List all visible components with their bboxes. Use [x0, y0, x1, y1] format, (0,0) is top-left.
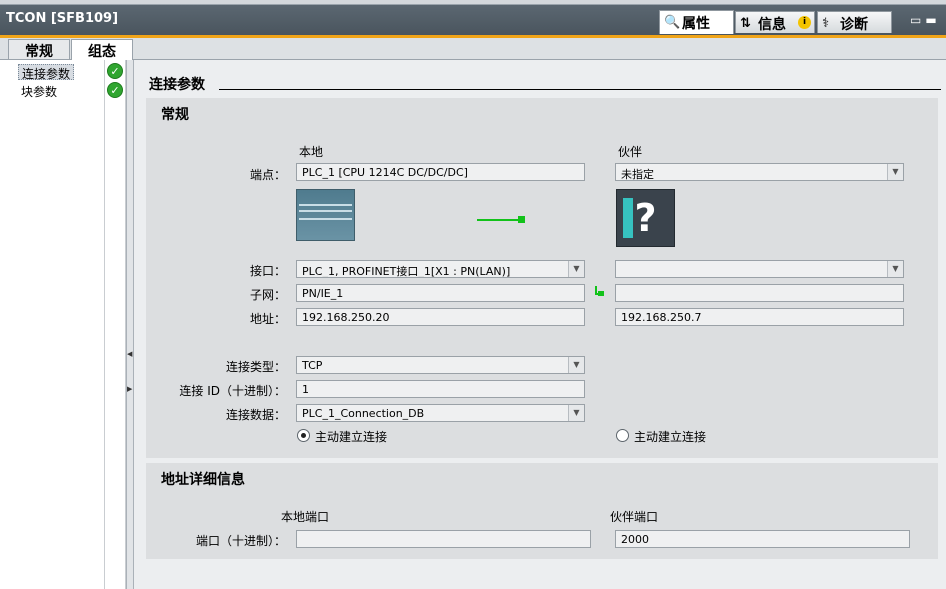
tab-info[interactable]: ⇅ 信息 i [735, 11, 815, 33]
address-label: 地址： [249, 312, 286, 326]
connection-endpoint [518, 216, 525, 223]
expand-right-icon[interactable]: ▶ [127, 385, 132, 393]
nav-item-connection-params[interactable]: 连接参数 [18, 64, 75, 81]
partner-address-field[interactable]: 192.168.250.7 [615, 308, 904, 326]
tab-diagnostics-label: 诊断 [840, 17, 868, 33]
conn-type-dropdown[interactable]: TCP ▼ [296, 356, 585, 374]
local-port-field[interactable] [296, 530, 591, 548]
tab-properties-label: 属性 [682, 16, 710, 32]
partner-subnet-field[interactable] [615, 284, 904, 302]
check-ok-icon: ✓ [107, 82, 123, 98]
local-address-field[interactable]: 192.168.250.20 [296, 308, 585, 326]
port-label: 端口（十进制）： [195, 534, 286, 548]
partner-column-header: 伙伴 [618, 145, 643, 159]
chevron-down-icon[interactable]: ▼ [887, 164, 903, 180]
chevron-down-icon[interactable]: ▼ [887, 261, 903, 277]
partner-port-field[interactable]: 2000 [615, 530, 910, 548]
connection-line [477, 219, 522, 221]
partner-endpoint-value: 未指定 [621, 168, 654, 181]
local-port-header: 本地端口 [281, 510, 330, 524]
collapse-left-icon[interactable]: ◀ [127, 350, 132, 358]
diagnostics-icon: ⚕ [822, 16, 830, 31]
window-title: TCON [SFB109] [6, 11, 119, 26]
local-subnet-field[interactable]: PN/IE_1 [296, 284, 585, 302]
tab-row [0, 38, 946, 60]
local-column-header: 本地 [299, 145, 324, 159]
partner-endpoint-dropdown[interactable]: 未指定 ▼ [615, 163, 904, 181]
conn-data-label: 连接数据： [225, 408, 286, 422]
local-interface-dropdown[interactable]: PLC_1, PROFINET接口_1[X1 : PN(LAN)] ▼ [296, 260, 585, 278]
window-restore-icon[interactable]: ▭▬ [910, 13, 941, 27]
tab-properties[interactable]: 🔍 属性 [659, 10, 734, 34]
address-details-title: 地址详细信息 [161, 472, 245, 488]
info-arrows-icon: ⇅ [740, 16, 751, 31]
conn-type-label: 连接类型： [225, 360, 286, 374]
tab-configuration[interactable]: 组态 [71, 39, 133, 61]
local-active-radio[interactable] [297, 429, 310, 442]
properties-icon: 🔍 [664, 15, 681, 30]
plc-device-image [296, 189, 355, 241]
subnet-label: 子网： [249, 288, 286, 302]
tab-diagnostics[interactable]: ⚕ 诊断 [817, 11, 892, 33]
splitter[interactable] [126, 60, 134, 589]
chevron-down-icon[interactable]: ▼ [568, 357, 584, 373]
partner-active-radio[interactable] [616, 429, 629, 442]
local-active-label: 主动建立连接 [315, 430, 388, 444]
unknown-device-image: ? [616, 189, 675, 247]
nav-item-block-params[interactable]: 块参数 [18, 83, 60, 99]
conn-data-value: PLC_1_Connection_DB [302, 407, 425, 420]
interface-label: 接口： [249, 264, 286, 278]
endpoint-label: 端点： [249, 168, 286, 182]
section-title: 连接参数 [149, 77, 205, 93]
conn-id-label: 连接 ID（十进制）： [179, 384, 286, 398]
general-title: 常规 [161, 107, 189, 123]
subnet-connector-dot [598, 291, 604, 296]
tab-info-label: 信息 [758, 17, 786, 33]
section-rule [219, 89, 941, 90]
tab-general[interactable]: 常规 [8, 39, 70, 60]
partner-port-header: 伙伴端口 [610, 510, 659, 524]
nav-panel [0, 60, 105, 589]
local-interface-value: PLC_1, PROFINET接口_1[X1 : PN(LAN)] [302, 265, 511, 278]
conn-data-dropdown[interactable]: PLC_1_Connection_DB ▼ [296, 404, 585, 422]
partner-interface-dropdown[interactable]: ▼ [615, 260, 904, 278]
conn-type-value: TCP [302, 359, 323, 372]
local-endpoint-field[interactable]: PLC_1 [CPU 1214C DC/DC/DC] [296, 163, 585, 181]
conn-id-field[interactable]: 1 [296, 380, 585, 398]
info-icon: i [798, 16, 811, 29]
partner-active-label: 主动建立连接 [634, 430, 707, 444]
chevron-down-icon[interactable]: ▼ [568, 261, 584, 277]
nav-status-column [105, 60, 126, 589]
check-ok-icon: ✓ [107, 63, 123, 79]
chevron-down-icon[interactable]: ▼ [568, 405, 584, 421]
